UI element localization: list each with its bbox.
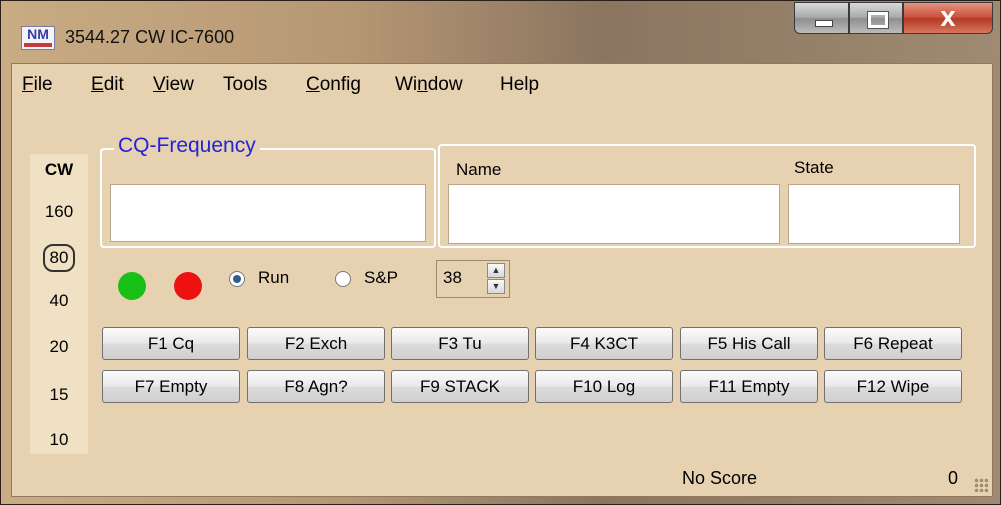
name-state-group: Name State: [438, 144, 976, 248]
green-status-led: [118, 272, 146, 300]
cq-frequency-group: CQ-Frequency: [100, 134, 436, 248]
menu-tools[interactable]: Tools: [223, 74, 267, 96]
spin-up-icon[interactable]: ▲: [487, 263, 505, 278]
menu-help[interactable]: Help: [500, 74, 539, 96]
sp-label: S&P: [364, 268, 399, 287]
band-160[interactable]: 160: [30, 202, 88, 222]
f9-button[interactable]: F9 STACK: [391, 370, 529, 403]
band-20[interactable]: 20: [30, 337, 88, 357]
menu-edit[interactable]: Edit: [91, 74, 124, 96]
main-window: NM 3544.27 CW IC-7600 X File Edit View T…: [0, 0, 1001, 505]
cq-frequency-input[interactable]: [110, 184, 426, 242]
f12-button[interactable]: F12 Wipe: [824, 370, 962, 403]
red-status-led: [174, 272, 202, 300]
name-input[interactable]: [448, 184, 780, 244]
menu-window[interactable]: Window: [395, 74, 463, 96]
spin-down-icon[interactable]: ▼: [487, 279, 505, 294]
title-bar[interactable]: NM 3544.27 CW IC-7600 X: [1, 1, 1001, 63]
menu-config[interactable]: Config: [306, 74, 361, 96]
run-radio[interactable]: [229, 271, 245, 287]
score-status: No Score: [682, 468, 758, 488]
window-title: 3544.27 CW IC-7600: [65, 27, 235, 47]
state-label: State: [794, 158, 834, 177]
band-selector: CW 160 80 40 20 15 10: [30, 154, 88, 454]
close-icon: X: [940, 7, 956, 31]
maximize-button[interactable]: [849, 2, 903, 34]
f11-button[interactable]: F11 Empty: [680, 370, 818, 403]
f2-button[interactable]: F2 Exch: [247, 327, 385, 360]
app-logo-icon[interactable]: NM: [21, 26, 55, 50]
f1-button[interactable]: F1 Cq: [102, 327, 240, 360]
f4-button[interactable]: F4 K3CT: [535, 327, 673, 360]
f6-button[interactable]: F6 Repeat: [824, 327, 962, 360]
client-area: File Edit View Tools Config Window Help …: [11, 63, 993, 497]
menu-bar: File Edit View Tools Config Window Help: [12, 74, 992, 100]
cq-frequency-legend: CQ-Frequency: [114, 134, 260, 158]
close-button[interactable]: X: [903, 2, 993, 34]
run-label: Run: [258, 268, 290, 287]
f5-button[interactable]: F5 His Call: [680, 327, 818, 360]
state-input[interactable]: [788, 184, 960, 244]
menu-file[interactable]: File: [22, 74, 53, 96]
name-label: Name: [456, 160, 502, 179]
speed-value[interactable]: 38: [443, 268, 462, 288]
mode-label: CW: [44, 160, 74, 179]
f3-button[interactable]: F3 Tu: [391, 327, 529, 360]
band-15[interactable]: 15: [30, 385, 88, 405]
f7-button[interactable]: F7 Empty: [102, 370, 240, 403]
f10-button[interactable]: F10 Log: [535, 370, 673, 403]
resize-grip-icon[interactable]: [974, 478, 988, 492]
band-40[interactable]: 40: [30, 291, 88, 311]
f8-button[interactable]: F8 Agn?: [247, 370, 385, 403]
minimize-button[interactable]: [794, 2, 849, 34]
speed-spinner[interactable]: 38 ▲ ▼: [436, 260, 510, 298]
sp-radio[interactable]: [335, 271, 351, 287]
band-80-selected[interactable]: 80: [30, 244, 88, 272]
band-10[interactable]: 10: [30, 430, 88, 450]
menu-view[interactable]: View: [153, 74, 194, 96]
count-status: 0: [948, 468, 959, 488]
